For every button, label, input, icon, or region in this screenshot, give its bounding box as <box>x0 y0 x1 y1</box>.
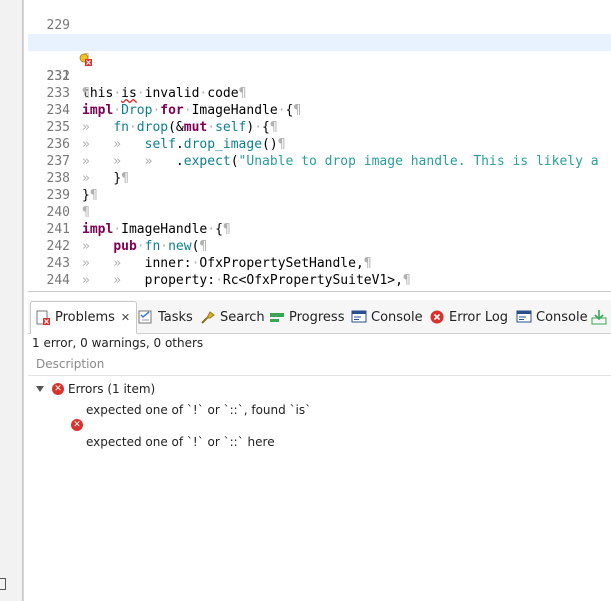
collapsed-view-icon[interactable] <box>0 578 6 590</box>
tab-console[interactable]: Console <box>351 300 423 334</box>
error-icon: ✕ <box>71 419 83 431</box>
tab-console-2[interactable]: Console <box>516 300 588 334</box>
search-icon <box>200 309 216 325</box>
error-icon: ✕ <box>52 383 64 395</box>
chevron-down-icon[interactable] <box>36 386 44 392</box>
problems-summary: 1 error, 0 warnings, 0 others <box>32 336 204 350</box>
tab-tasks[interactable]: Tasks <box>138 300 193 334</box>
code-line: 243 » » property:·Rc<OfxPropertySuiteV1>… <box>28 238 611 288</box>
code-line: 244 » » image_effect:·Rc<OfxImageEffectS… <box>28 255 611 292</box>
code-line: 235 » » self.drop_image()¶ <box>28 102 611 152</box>
console-icon <box>351 309 367 325</box>
code-line: 233 impl·Drop·for·ImageHandle·{¶ <box>28 68 611 118</box>
code-line: 240 impl·ImageHandle·{¶ <box>28 187 611 237</box>
code-editor[interactable]: 229 }¶ 230 ¶ 231 this·is·invalid·code¶ 2… <box>28 0 611 292</box>
tab-label: Tasks <box>158 309 193 325</box>
tab-problems[interactable]: Problems ✕ <box>30 301 138 334</box>
panel-divider <box>22 0 23 601</box>
progress-icon <box>269 309 285 325</box>
tab-label: Progress <box>289 309 345 325</box>
tab-progress[interactable]: Progress <box>269 300 344 334</box>
error-marker-icon[interactable] <box>32 36 92 66</box>
code-line: 232 ¶ <box>28 51 611 101</box>
problem-message[interactable]: expected one of `!` or `::`, found `is` <box>86 403 311 417</box>
errors-group-label: Errors (1 item) <box>68 382 156 396</box>
code-line: 242 » » inner:·OfxPropertySetHandle,¶ <box>28 221 611 271</box>
tab-label: Console <box>371 309 423 325</box>
tab-label: Problems <box>55 310 115 325</box>
code-line: 230 ¶ <box>28 17 611 67</box>
code-line: 245 » )·->·Self·{¶ <box>28 272 611 292</box>
column-header-label: Description <box>36 357 105 371</box>
view-tab-bar: Problems ✕ Tasks Search Progress Console… <box>28 300 611 334</box>
problems-icon <box>35 310 51 326</box>
code-line-current: 231 this·is·invalid·code¶ <box>28 34 611 101</box>
editor-border <box>28 291 611 292</box>
code-line: 236 » » » .expect("Unable to drop image … <box>28 119 611 169</box>
problem-message[interactable]: expected one of `!` or `::` here <box>86 435 275 449</box>
console-icon <box>516 309 532 325</box>
tab-label: Console <box>536 309 588 325</box>
tab-label: Search <box>220 309 265 325</box>
code-line: 241 » pub·fn·new(¶ <box>28 204 611 254</box>
code-line: 234 » fn·drop(&mut·self)·{¶ <box>28 85 611 135</box>
left-panel-strip <box>0 0 24 601</box>
download-icon <box>591 309 607 325</box>
tab-overflow[interactable] <box>591 300 611 334</box>
tab-error-log[interactable]: Error Log <box>429 300 508 334</box>
close-icon[interactable]: ✕ <box>121 311 130 324</box>
tab-label: Error Log <box>449 309 509 325</box>
code-line: 229 }¶ <box>28 0 611 50</box>
code-line: 238 }¶ <box>28 153 611 203</box>
description-column-header[interactable]: Description <box>28 354 611 376</box>
errors-group-row[interactable]: ✕ Errors (1 item) <box>28 380 155 398</box>
code-line: 237 » }¶ <box>28 136 611 186</box>
error-log-icon <box>429 309 445 325</box>
code-line: 239 ¶ <box>28 170 611 220</box>
tab-search[interactable]: Search <box>200 300 265 334</box>
tasks-icon <box>138 309 154 325</box>
